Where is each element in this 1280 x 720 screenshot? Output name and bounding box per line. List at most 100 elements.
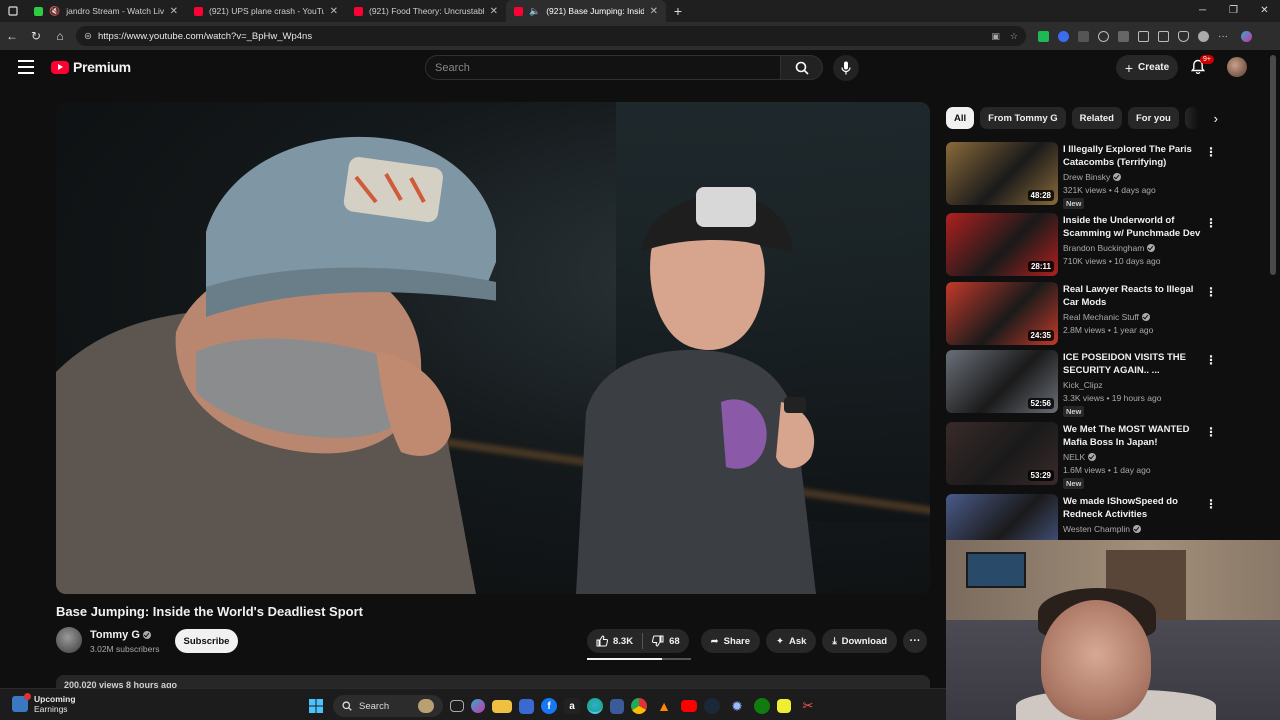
video-thumbnail[interactable]: 52:56 [946,350,1058,413]
favorites-icon[interactable] [1138,30,1149,42]
steam-icon[interactable] [704,698,720,714]
recommendation-channel[interactable]: Kick_Clipz [1063,380,1103,390]
chip-all[interactable]: All [946,107,975,129]
copilot-app-icon[interactable] [471,699,485,713]
recommendation-title[interactable]: We made IShowSpeed do Redneck Activities [1063,495,1203,521]
search-input[interactable]: Search [425,55,781,80]
muted-speaker-icon[interactable]: 🔇 [49,6,60,17]
settings-gear-icon[interactable]: ✹ [727,696,747,716]
browser-tab[interactable]: (921) UPS plane crash - YouTube ✕ [186,0,346,22]
recommendation-title[interactable]: Inside the Underworld of Scamming w/ Pun… [1063,214,1203,240]
file-explorer-icon[interactable] [492,699,512,713]
more-actions-button[interactable]: ··· [903,629,928,653]
youtube-app-icon[interactable] [681,700,697,712]
xbox-icon[interactable] [754,698,770,714]
hamburger-menu-icon[interactable] [18,60,34,74]
close-window-icon[interactable]: ✕ [1249,0,1280,22]
chip-from-channel[interactable]: From Tommy G [980,107,1066,129]
chip-related[interactable]: Related [1071,107,1122,129]
recommendation-item[interactable]: 48:28 I Illegally Explored The Paris Cata… [946,142,1217,209]
chip-for-you[interactable]: For you [1127,107,1179,129]
video-player[interactable] [56,102,930,594]
create-button[interactable]: + Create [1116,55,1178,80]
refresh-icon[interactable]: ↻ [24,29,48,43]
favorite-star-icon[interactable]: ☆ [1010,31,1018,42]
recommendation-item[interactable]: 53:29 We Met The MOST WANTED Mafia Boss I… [946,422,1217,489]
app-available-icon[interactable]: ▣ [991,31,1000,42]
recommendation-channel[interactable]: Drew Binsky [1063,172,1122,182]
extension-icon[interactable] [1058,30,1069,42]
facebook-icon[interactable]: f [541,698,557,714]
restore-icon[interactable]: ❐ [1218,0,1249,22]
recommendation-channel[interactable]: NELK [1063,452,1097,462]
more-options-icon[interactable]: ⋮ [1205,425,1217,439]
recommendation-channel[interactable]: Westen Champlin [1063,524,1141,534]
channel-avatar[interactable] [56,627,82,653]
search-button[interactable] [781,55,823,80]
more-options-icon[interactable]: ⋮ [1205,285,1217,299]
calculator-icon[interactable] [610,698,624,714]
back-icon[interactable]: ← [0,29,24,43]
video-thumbnail[interactable]: 24:35 [946,282,1058,345]
page-scrollbar[interactable] [1270,55,1276,275]
account-avatar[interactable] [1227,57,1247,77]
extension-icon[interactable] [1118,30,1129,42]
collections-icon[interactable] [1158,30,1169,42]
more-options-icon[interactable]: ⋮ [1205,497,1217,511]
snipping-tool-icon[interactable]: ✂ [798,696,818,716]
chevron-right-icon[interactable]: › [1205,111,1227,126]
taskbar-search[interactable]: Search [333,695,443,717]
share-button[interactable]: ➦ Share [700,629,761,653]
browser-tab[interactable]: 🔇 jandro Stream - Watch Live o ✕ [26,0,186,22]
new-tab-button[interactable]: + [666,3,690,19]
extension-icon[interactable] [1078,30,1089,42]
more-options-icon[interactable]: ⋮ [1205,353,1217,367]
video-thumbnail[interactable]: 28:11 [946,213,1058,276]
windows-start-icon[interactable] [306,696,326,716]
browser-tab[interactable]: (921) Food Theory: Uncrustables ✕ [346,0,506,22]
dislike-button[interactable]: 68 [643,629,689,653]
profile-avatar-icon[interactable] [1198,30,1209,42]
subscribe-button[interactable]: Subscribe [175,629,238,653]
browser-tab-active[interactable]: 🔈 (921) Base Jumping: Inside th ✕ [506,0,666,22]
recommendation-item[interactable]: 52:56 ICE POSEIDON VISITS THE SECURITY AG… [946,350,1217,417]
home-icon[interactable]: ⌂ [48,29,72,43]
close-tab-icon[interactable]: ✕ [490,6,498,17]
vlc-icon[interactable]: ▲ [654,696,674,716]
video-thumbnail[interactable]: 48:28 [946,142,1058,205]
close-tab-icon[interactable]: ✕ [330,6,338,17]
recommendation-title[interactable]: I Illegally Explored The Paris Catacombs… [1063,143,1203,169]
sticky-notes-icon[interactable] [777,699,791,713]
security-icon[interactable] [1178,30,1189,42]
recommendation-channel[interactable]: Brandon Buckingham [1063,243,1156,253]
close-tab-icon[interactable]: ✕ [650,6,658,17]
more-options-icon[interactable]: ⋮ [1205,145,1217,159]
extension-icon[interactable] [1038,30,1049,42]
speaker-icon[interactable]: 🔈 [529,6,540,17]
sync-icon[interactable] [1098,30,1109,42]
like-button[interactable]: 8.3K [587,629,642,653]
recommendation-title[interactable]: ICE POSEIDON VISITS THE SECURITY AGAIN..… [1063,351,1203,377]
chrome-icon[interactable] [631,698,647,714]
amazon-icon[interactable]: a [564,698,580,714]
youtube-premium-logo[interactable]: Premium [51,59,131,75]
more-menu-icon[interactable]: ··· [1218,31,1232,42]
channel-name[interactable]: Tommy G [90,629,151,641]
video-thumbnail[interactable]: 53:29 [946,422,1058,485]
recommendation-item[interactable]: 24:35 Real Lawyer Reacts to Illegal Car M… [946,282,1217,346]
task-view-icon[interactable] [450,700,464,712]
download-button[interactable]: ⤓ Download [822,629,898,653]
url-field[interactable]: ⊜ https://www.youtube.com/watch?v=_BpHw_… [76,26,1026,46]
recommendation-title[interactable]: We Met The MOST WANTED Mafia Boss In Jap… [1063,423,1203,449]
close-tab-icon[interactable]: ✕ [170,6,178,17]
widgets-button[interactable]: Upcoming Earnings [12,693,76,714]
recommendation-item[interactable]: 28:11 Inside the Underworld of Scamming w… [946,213,1217,277]
edge-icon[interactable] [587,698,603,714]
more-options-icon[interactable]: ⋮ [1205,216,1217,230]
ask-button[interactable]: ✦ Ask [766,629,817,653]
notifications-button[interactable]: 9+ [1190,55,1214,77]
tab-actions-icon[interactable] [0,0,26,22]
recommendation-channel[interactable]: Real Mechanic Stuff [1063,312,1150,322]
copilot-icon[interactable] [1241,30,1252,42]
voice-search-button[interactable] [833,55,859,81]
